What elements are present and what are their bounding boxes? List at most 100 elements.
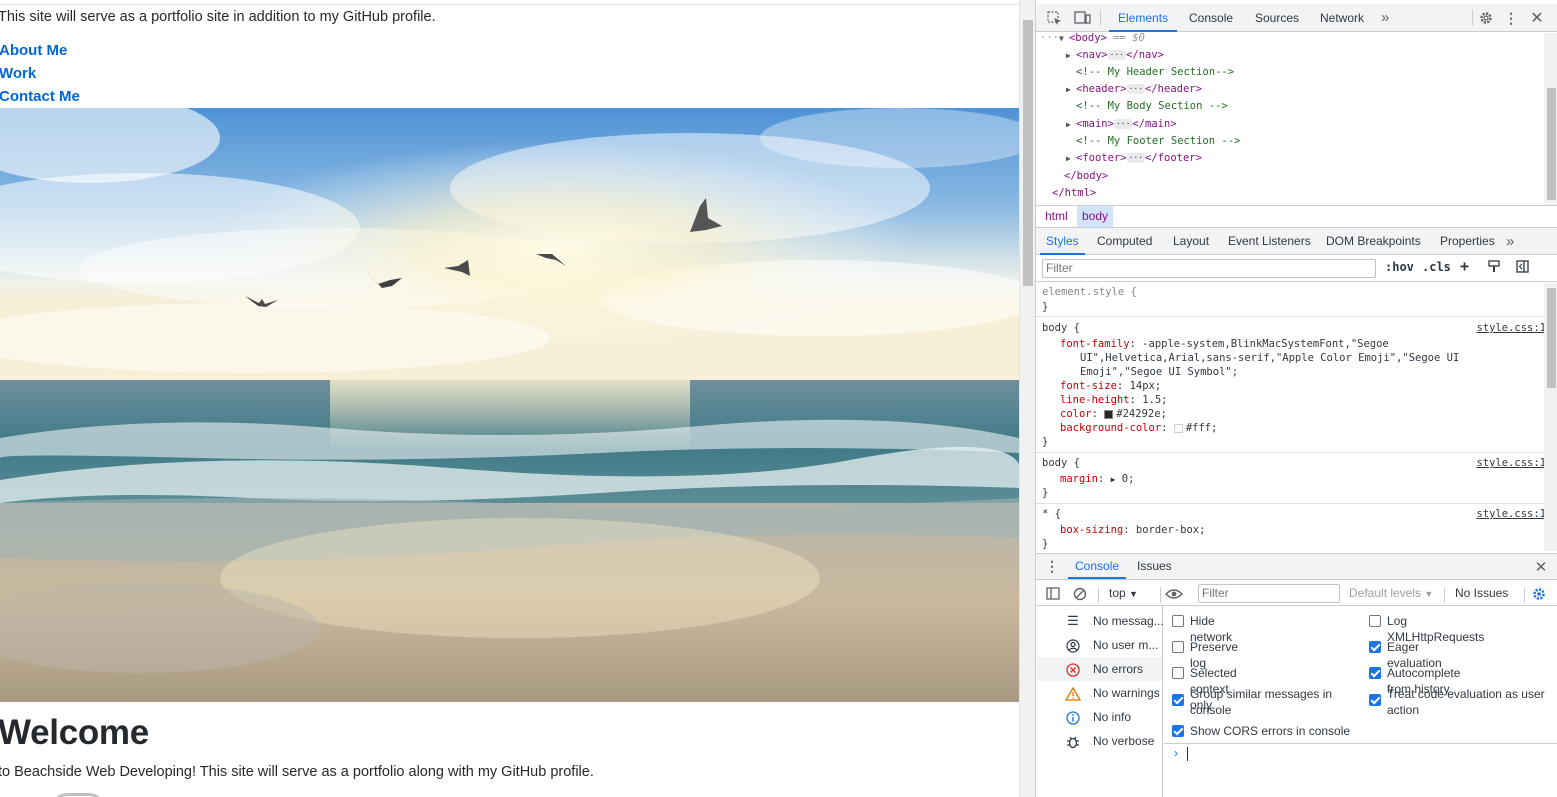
- line-height-declaration[interactable]: line-height: 1.5;: [1060, 393, 1168, 407]
- background-color-declaration[interactable]: background-color: #fff;: [1060, 421, 1217, 435]
- dom-body-open[interactable]: <body>: [1069, 33, 1107, 44]
- rule-close: }: [1042, 436, 1049, 448]
- checkbox-checked[interactable]: [1172, 694, 1184, 706]
- tab-console[interactable]: Console: [1189, 4, 1233, 32]
- console-filter-input[interactable]: Filter: [1198, 584, 1340, 603]
- styles-filter-input[interactable]: Filter: [1042, 259, 1376, 278]
- checkbox-unchecked[interactable]: [1172, 667, 1184, 679]
- dom-node-footer[interactable]: ▶ <footer> ··· </footer>: [1066, 150, 1202, 167]
- tab-dom-breakpoints[interactable]: DOM Breakpoints: [1326, 228, 1421, 255]
- breadcrumb-body[interactable]: body: [1077, 206, 1114, 227]
- tab-styles[interactable]: Styles: [1040, 228, 1085, 255]
- tab-elements[interactable]: Elements: [1109, 4, 1178, 32]
- dom-scrollbar-thumb[interactable]: [1547, 88, 1556, 200]
- context-select[interactable]: top ▼: [1109, 581, 1138, 606]
- tab-computed[interactable]: Computed: [1097, 228, 1152, 255]
- drawer-menu-icon[interactable]: ⋮: [1045, 554, 1059, 579]
- close-devtools-icon[interactable]: ✕: [1528, 4, 1546, 32]
- nav-link-contact[interactable]: Contact Me: [0, 88, 80, 105]
- show-sidebar-icon[interactable]: [1044, 581, 1062, 606]
- style-source-link[interactable]: style.css:1: [1476, 321, 1544, 335]
- toolbar-separator: [1444, 587, 1445, 603]
- dom-node-nav[interactable]: ▶ <nav> ··· </nav>: [1066, 47, 1164, 64]
- box-sizing-declaration[interactable]: box-sizing: border-box;: [1060, 523, 1205, 537]
- rule-divider: [1036, 503, 1544, 504]
- cls-toggle[interactable]: .cls: [1422, 260, 1451, 274]
- sidebar-item-warnings[interactable]: No warnings: [1036, 681, 1162, 705]
- element-style-selector[interactable]: element.style {: [1042, 285, 1137, 299]
- close-drawer-icon[interactable]: ✕: [1532, 554, 1550, 579]
- dom-node-main[interactable]: ▶ <main> ··· </main>: [1066, 116, 1177, 133]
- style-source-link[interactable]: style.css:1: [1476, 507, 1544, 521]
- kebab-menu-icon[interactable]: ⋮: [1504, 4, 1518, 32]
- checkbox-checked[interactable]: [1369, 641, 1381, 653]
- page-scrollbar-thumb[interactable]: [1023, 20, 1033, 286]
- avatar: [48, 793, 108, 797]
- body-selector[interactable]: body {: [1042, 321, 1080, 335]
- tab-sources[interactable]: Sources: [1255, 4, 1299, 32]
- sidebar-item-errors[interactable]: No errors: [1036, 657, 1162, 681]
- dom-scrollbar[interactable]: [1544, 33, 1557, 205]
- universal-selector[interactable]: * {: [1042, 507, 1061, 521]
- drawer-tab-issues[interactable]: Issues: [1137, 554, 1172, 579]
- paint-brush-icon[interactable]: [1488, 260, 1500, 276]
- tab-network[interactable]: Network: [1320, 4, 1364, 32]
- dom-comment-footer[interactable]: <!-- My Footer Section -->: [1076, 133, 1240, 150]
- dom-comment-body[interactable]: <!-- My Body Section -->: [1076, 98, 1228, 115]
- nav-link-work[interactable]: Work: [0, 65, 36, 82]
- body-selector[interactable]: body {: [1042, 456, 1080, 470]
- color-swatch[interactable]: [1104, 409, 1114, 419]
- sidebar-item-info[interactable]: No info: [1036, 705, 1162, 729]
- checkbox-checked[interactable]: [1369, 667, 1381, 679]
- drawer-tab-console[interactable]: Console: [1068, 554, 1127, 579]
- color-declaration[interactable]: color: #24292e;: [1060, 407, 1167, 421]
- sidebar-item-messages[interactable]: ☰ No messag...: [1036, 609, 1164, 633]
- font-family-value-cont: UI",Helvetica,Arial,sans-serif,"Apple Co…: [1080, 352, 1460, 364]
- font-family-declaration[interactable]: font-family: -apple-system,BlinkMacSyste…: [1060, 337, 1389, 351]
- live-expression-eye-icon[interactable]: [1163, 581, 1185, 606]
- more-subtabs-icon[interactable]: »: [1506, 228, 1514, 255]
- font-size-declaration[interactable]: font-size: 14px;: [1060, 379, 1161, 393]
- tab-properties[interactable]: Properties: [1440, 228, 1495, 255]
- breadcrumb-html[interactable]: html: [1040, 206, 1073, 227]
- dom-node-header[interactable]: ▶ <header> ··· </header>: [1066, 81, 1202, 98]
- devtools-panel: Elements Console Sources Network » ⋮ ✕ ·…: [1035, 0, 1557, 797]
- checkbox-checked[interactable]: [1172, 725, 1184, 737]
- settings-gear-icon[interactable]: [1477, 4, 1495, 32]
- dom-body-close[interactable]: </body>: [1064, 168, 1108, 185]
- dom-comment-header[interactable]: <!-- My Header Section-->: [1076, 64, 1234, 81]
- sidebar-item-verbose[interactable]: No verbose: [1036, 729, 1162, 753]
- background-swatch[interactable]: [1173, 423, 1183, 433]
- inspect-element-icon[interactable]: [1044, 4, 1064, 32]
- checkbox-unchecked[interactable]: [1369, 615, 1381, 627]
- console-input-caret[interactable]: [1187, 747, 1188, 761]
- style-source-link[interactable]: style.css:1: [1476, 456, 1544, 470]
- console-toolbar: top ▼ Filter Default levels ▼ No Issues: [1036, 581, 1557, 606]
- console-settings-icon[interactable]: [1530, 581, 1548, 606]
- log-levels-select[interactable]: Default levels ▼: [1349, 581, 1433, 606]
- page-scrollbar[interactable]: [1019, 0, 1035, 797]
- issues-count[interactable]: No Issues: [1455, 581, 1508, 606]
- more-tabs-icon[interactable]: »: [1381, 4, 1389, 32]
- checkbox-checked[interactable]: [1369, 694, 1381, 706]
- tab-layout[interactable]: Layout: [1173, 228, 1209, 255]
- clear-console-icon[interactable]: [1071, 581, 1089, 606]
- sidebar-item-user-messages[interactable]: No user m...: [1036, 633, 1162, 657]
- rules-scrollbar-thumb[interactable]: [1547, 288, 1556, 388]
- device-toolbar-icon[interactable]: [1071, 4, 1093, 32]
- styles-subtabs: Styles Computed Layout Event Listeners D…: [1036, 228, 1557, 255]
- hov-toggle[interactable]: :hov: [1385, 260, 1414, 274]
- tab-event-listeners[interactable]: Event Listeners: [1228, 228, 1311, 255]
- rule-close: }: [1042, 301, 1049, 313]
- new-rule-icon[interactable]: +: [1460, 257, 1469, 275]
- dom-body-line[interactable]: ···▼ <body> == $0: [1040, 33, 1145, 47]
- dom-html-close[interactable]: </html>: [1052, 185, 1096, 202]
- nav-link-about[interactable]: About Me: [0, 42, 67, 59]
- checkbox-unchecked[interactable]: [1172, 641, 1184, 653]
- console-settings-pane: Hide network Log XMLHttpRequests Preserv…: [1164, 606, 1557, 744]
- margin-declaration[interactable]: margin: ▶ 0;: [1060, 472, 1134, 487]
- expand-triangle-icon[interactable]: ▶: [1111, 475, 1116, 484]
- checkbox-unchecked[interactable]: [1172, 615, 1184, 627]
- rules-scrollbar[interactable]: [1544, 283, 1557, 551]
- toggle-sidebar-icon[interactable]: [1516, 260, 1529, 276]
